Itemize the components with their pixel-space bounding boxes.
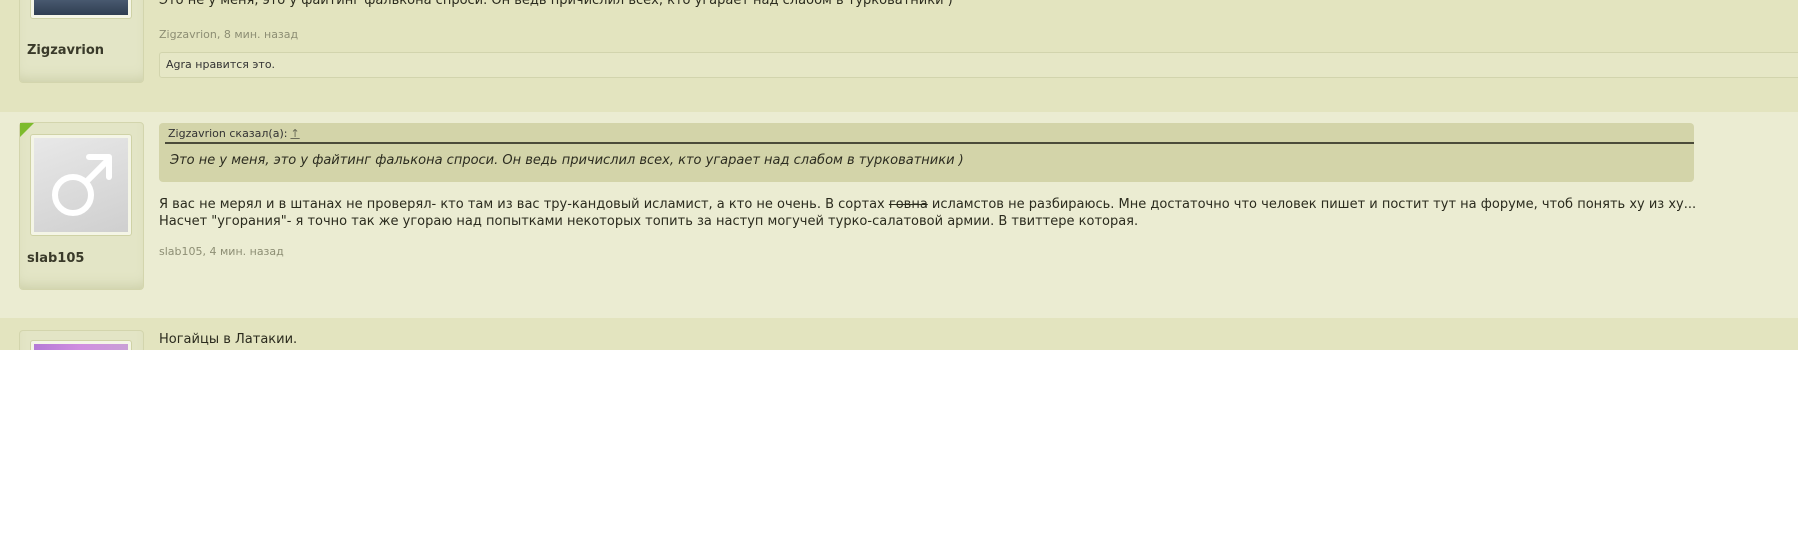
avatar-image <box>34 344 128 350</box>
message-text: Это не у меня, это у файтинг фалькона сп… <box>159 0 953 8</box>
avatar-image <box>34 138 128 232</box>
likes-summary: Agra нравится это. <box>159 52 1798 78</box>
quote-block: Zigzavrion сказал(а): ↑ Это не у меня, эт… <box>159 123 1694 182</box>
post-message: Это не у меня, это у файтинг фалькона сп… <box>159 0 1798 9</box>
strikethrough-text: говна <box>888 197 928 212</box>
post-message: Я вас не мерял и в штанах не проверял- к… <box>159 196 1798 230</box>
user-info: slab105 <box>19 122 144 290</box>
male-symbol-icon <box>52 154 112 216</box>
post-slab105: slab105 Zigzavrion сказал(а): ↑ Это не у … <box>0 112 1798 319</box>
quote-text: Это не у меня, это у файтинг фалькона сп… <box>170 153 964 168</box>
post-meta[interactable]: slab105, 4 мин. назад <box>159 245 1798 258</box>
quote-divider <box>165 142 1694 144</box>
post-third: Ногайцы в Латакии. <box>0 318 1798 350</box>
user-info: Zigzavrion <box>19 0 144 83</box>
post-message: Ногайцы в Латакии. <box>159 331 1798 348</box>
quote-header: Zigzavrion сказал(а): ↑ <box>168 127 300 140</box>
user-info <box>19 330 144 350</box>
post-meta[interactable]: Zigzavrion, 8 мин. назад <box>159 28 1798 41</box>
quote-author: Zigzavrion сказал(а): <box>168 127 288 140</box>
thread-posts: Zigzavrion Это не у меня, это у файтинг … <box>0 0 1798 350</box>
message-line-2: Насчет "угорания"- я точно так же угораю… <box>159 214 1139 229</box>
message-text: исламстов не разбираюсь. Мне достаточно … <box>927 197 1697 212</box>
username[interactable]: slab105 <box>27 251 84 266</box>
avatar[interactable] <box>30 0 132 19</box>
post-zigzavrion: Zigzavrion Это не у меня, это у файтинг … <box>0 0 1798 113</box>
avatar[interactable] <box>30 340 132 350</box>
message-text: Ногайцы в Латакии. <box>159 332 298 347</box>
username[interactable]: Zigzavrion <box>27 43 104 58</box>
online-indicator-icon <box>20 123 34 137</box>
message-text: Я вас не мерял и в штанах не проверял- к… <box>159 197 889 212</box>
avatar-image <box>34 0 128 15</box>
avatar[interactable] <box>30 134 132 236</box>
quote-jump-link[interactable]: ↑ <box>290 127 299 140</box>
message-line-1: Я вас не мерял и в штанах не проверял- к… <box>159 196 1798 213</box>
